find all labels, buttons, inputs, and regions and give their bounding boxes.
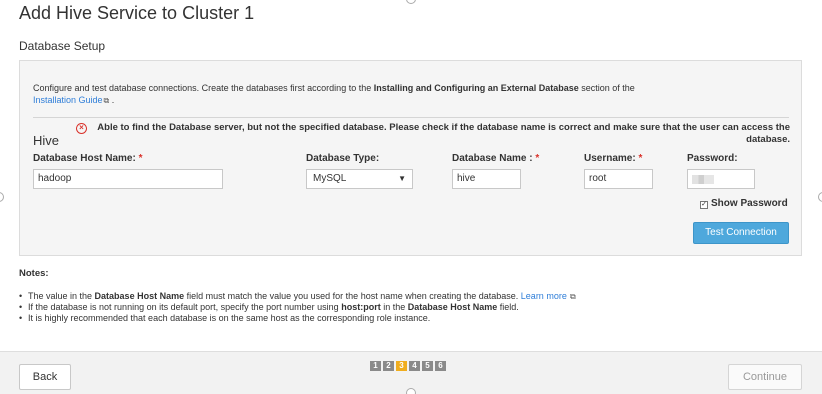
- username-label-text: Username:: [584, 153, 636, 164]
- error-message: Able to find the Database server, but no…: [97, 122, 790, 145]
- service-label: Hive: [33, 133, 60, 148]
- database-host-name-input[interactable]: hadoop: [33, 169, 223, 189]
- list-item: The value in the Database Host Name fiel…: [19, 291, 809, 302]
- database-type-value: MySQL: [313, 173, 347, 184]
- section-title: Database Setup: [19, 39, 106, 53]
- database-type-select[interactable]: MySQL ▼: [306, 169, 413, 189]
- intro-text-start: Configure and test database connections.…: [33, 83, 374, 93]
- host-name-label: Database Host Name: *: [33, 153, 143, 164]
- note-text: field.: [497, 302, 519, 312]
- wizard-steps: 1 2 3 4 5 6: [370, 361, 446, 371]
- back-button[interactable]: Back: [19, 364, 71, 390]
- external-link-icon: ⧉: [567, 292, 576, 301]
- note-bold: host:port: [341, 302, 381, 312]
- notes-list: The value in the Database Host Name fiel…: [19, 291, 809, 324]
- required-marker: *: [638, 153, 643, 164]
- show-password-label: Show Password: [711, 198, 788, 209]
- test-connection-button[interactable]: Test Connection: [693, 222, 789, 244]
- database-name-label-text: Database Name :: [452, 153, 533, 164]
- show-password-toggle[interactable]: ✓ Show Password: [700, 198, 788, 209]
- learn-more-link[interactable]: Learn more: [521, 291, 567, 301]
- list-item: It is highly recommended that each datab…: [19, 313, 809, 324]
- checkbox-checked-icon[interactable]: ✓: [700, 201, 708, 209]
- notes-title: Notes:: [19, 268, 49, 279]
- note-text: in the: [380, 302, 408, 312]
- step-indicator-current: 3: [396, 361, 407, 371]
- note-text: If the database is not running on its de…: [28, 302, 342, 312]
- scroll-handle-top[interactable]: [406, 0, 416, 4]
- step-indicator: 6: [435, 361, 446, 371]
- intro-text-end: section of the: [578, 83, 635, 93]
- resize-handle-right[interactable]: [818, 192, 822, 202]
- step-indicator: 4: [409, 361, 420, 371]
- database-name-input[interactable]: hive: [452, 169, 521, 189]
- chevron-down-icon: ▼: [398, 174, 406, 183]
- database-setup-panel: Configure and test database connections.…: [19, 60, 802, 256]
- scroll-handle-bottom[interactable]: [406, 388, 416, 394]
- password-value-masked: [692, 175, 714, 184]
- intro-text: Configure and test database connections.…: [33, 82, 773, 107]
- intro-suffix: .: [109, 95, 115, 105]
- divider: [33, 117, 789, 118]
- database-type-label: Database Type:: [306, 153, 380, 164]
- list-item: If the database is not running on its de…: [19, 302, 809, 313]
- note-text: field must match the value you used for …: [184, 291, 521, 301]
- password-input[interactable]: [687, 169, 755, 189]
- installation-guide-link[interactable]: Installation Guide: [33, 95, 103, 105]
- intro-text-bold: Installing and Configuring an External D…: [373, 83, 579, 93]
- required-marker: *: [535, 153, 540, 164]
- step-indicator: 1: [370, 361, 381, 371]
- username-label: Username: *: [584, 153, 642, 164]
- username-input[interactable]: root: [584, 169, 653, 189]
- required-marker: *: [138, 153, 143, 164]
- continue-button[interactable]: Continue: [728, 364, 802, 390]
- host-name-label-text: Database Host Name:: [33, 153, 136, 164]
- step-indicator: 2: [383, 361, 394, 371]
- password-label: Password:: [687, 153, 738, 164]
- note-bold: Database Host Name: [94, 291, 185, 301]
- resize-handle-left[interactable]: [0, 192, 4, 202]
- database-name-label: Database Name : *: [452, 153, 539, 164]
- step-indicator: 5: [422, 361, 433, 371]
- note-text: The value in the: [28, 291, 95, 301]
- error-icon: ×: [76, 123, 87, 134]
- page-title: Add Hive Service to Cluster 1: [19, 3, 255, 23]
- note-bold: Database Host Name: [407, 302, 498, 312]
